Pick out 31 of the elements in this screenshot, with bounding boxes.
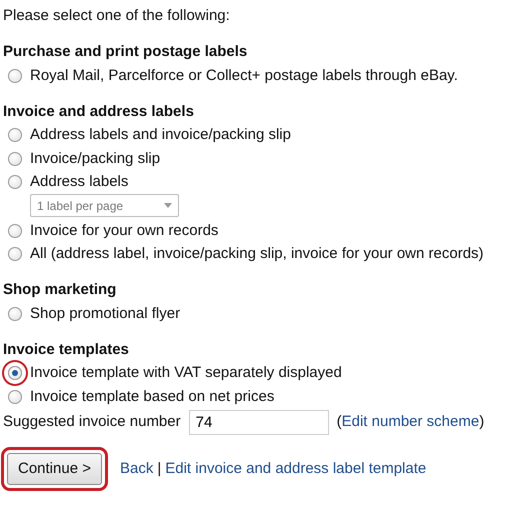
option-label: Invoice/packing slip — [30, 148, 160, 169]
option-label: Shop promotional flyer — [30, 304, 180, 324]
radio-button[interactable] — [8, 128, 22, 142]
parenthesis: ) — [479, 412, 484, 432]
option-label: Invoice template based on net prices — [30, 386, 274, 407]
instruction-text: Please select one of the following: — [3, 6, 231, 26]
edit-scheme-link[interactable]: Edit number scheme — [342, 410, 480, 434]
radio-button[interactable] — [8, 247, 22, 262]
back-link[interactable]: Back — [120, 458, 154, 480]
radio-button[interactable] — [8, 175, 22, 190]
number-input[interactable]: 74 — [188, 410, 329, 434]
section-heading: Purchase and print postage labels — [3, 42, 248, 62]
separator-text: | — [157, 458, 162, 478]
option-label: Address labels — [30, 172, 128, 192]
radio-button[interactable] — [8, 152, 22, 166]
edit-template-link[interactable]: Edit invoice and address label template — [165, 458, 426, 480]
caret-icon — [164, 203, 172, 208]
option-label: Invoice for your own records — [30, 220, 218, 241]
parenthesis: ( — [336, 412, 342, 432]
option-label: Address labels and invoice/packing slip — [30, 125, 291, 146]
radio-button[interactable] — [8, 224, 22, 238]
section-heading: Invoice and address labels — [3, 102, 195, 122]
radio-button[interactable] — [8, 390, 22, 404]
section-heading: Shop marketing — [3, 280, 118, 300]
section-heading: Invoice templates — [3, 340, 130, 360]
field-label: Suggested invoice number — [3, 412, 181, 432]
option-label: Royal Mail, Parcelforce or Collect+ postage labels through eBay. — [30, 66, 458, 86]
radio-button[interactable] — [8, 68, 22, 83]
option-label: Invoice template with VAT separately displayed — [30, 363, 342, 384]
option-label: All (address label, invoice/packing slip, invoice for your own records) — [30, 244, 484, 264]
radio-button[interactable] — [8, 306, 22, 321]
